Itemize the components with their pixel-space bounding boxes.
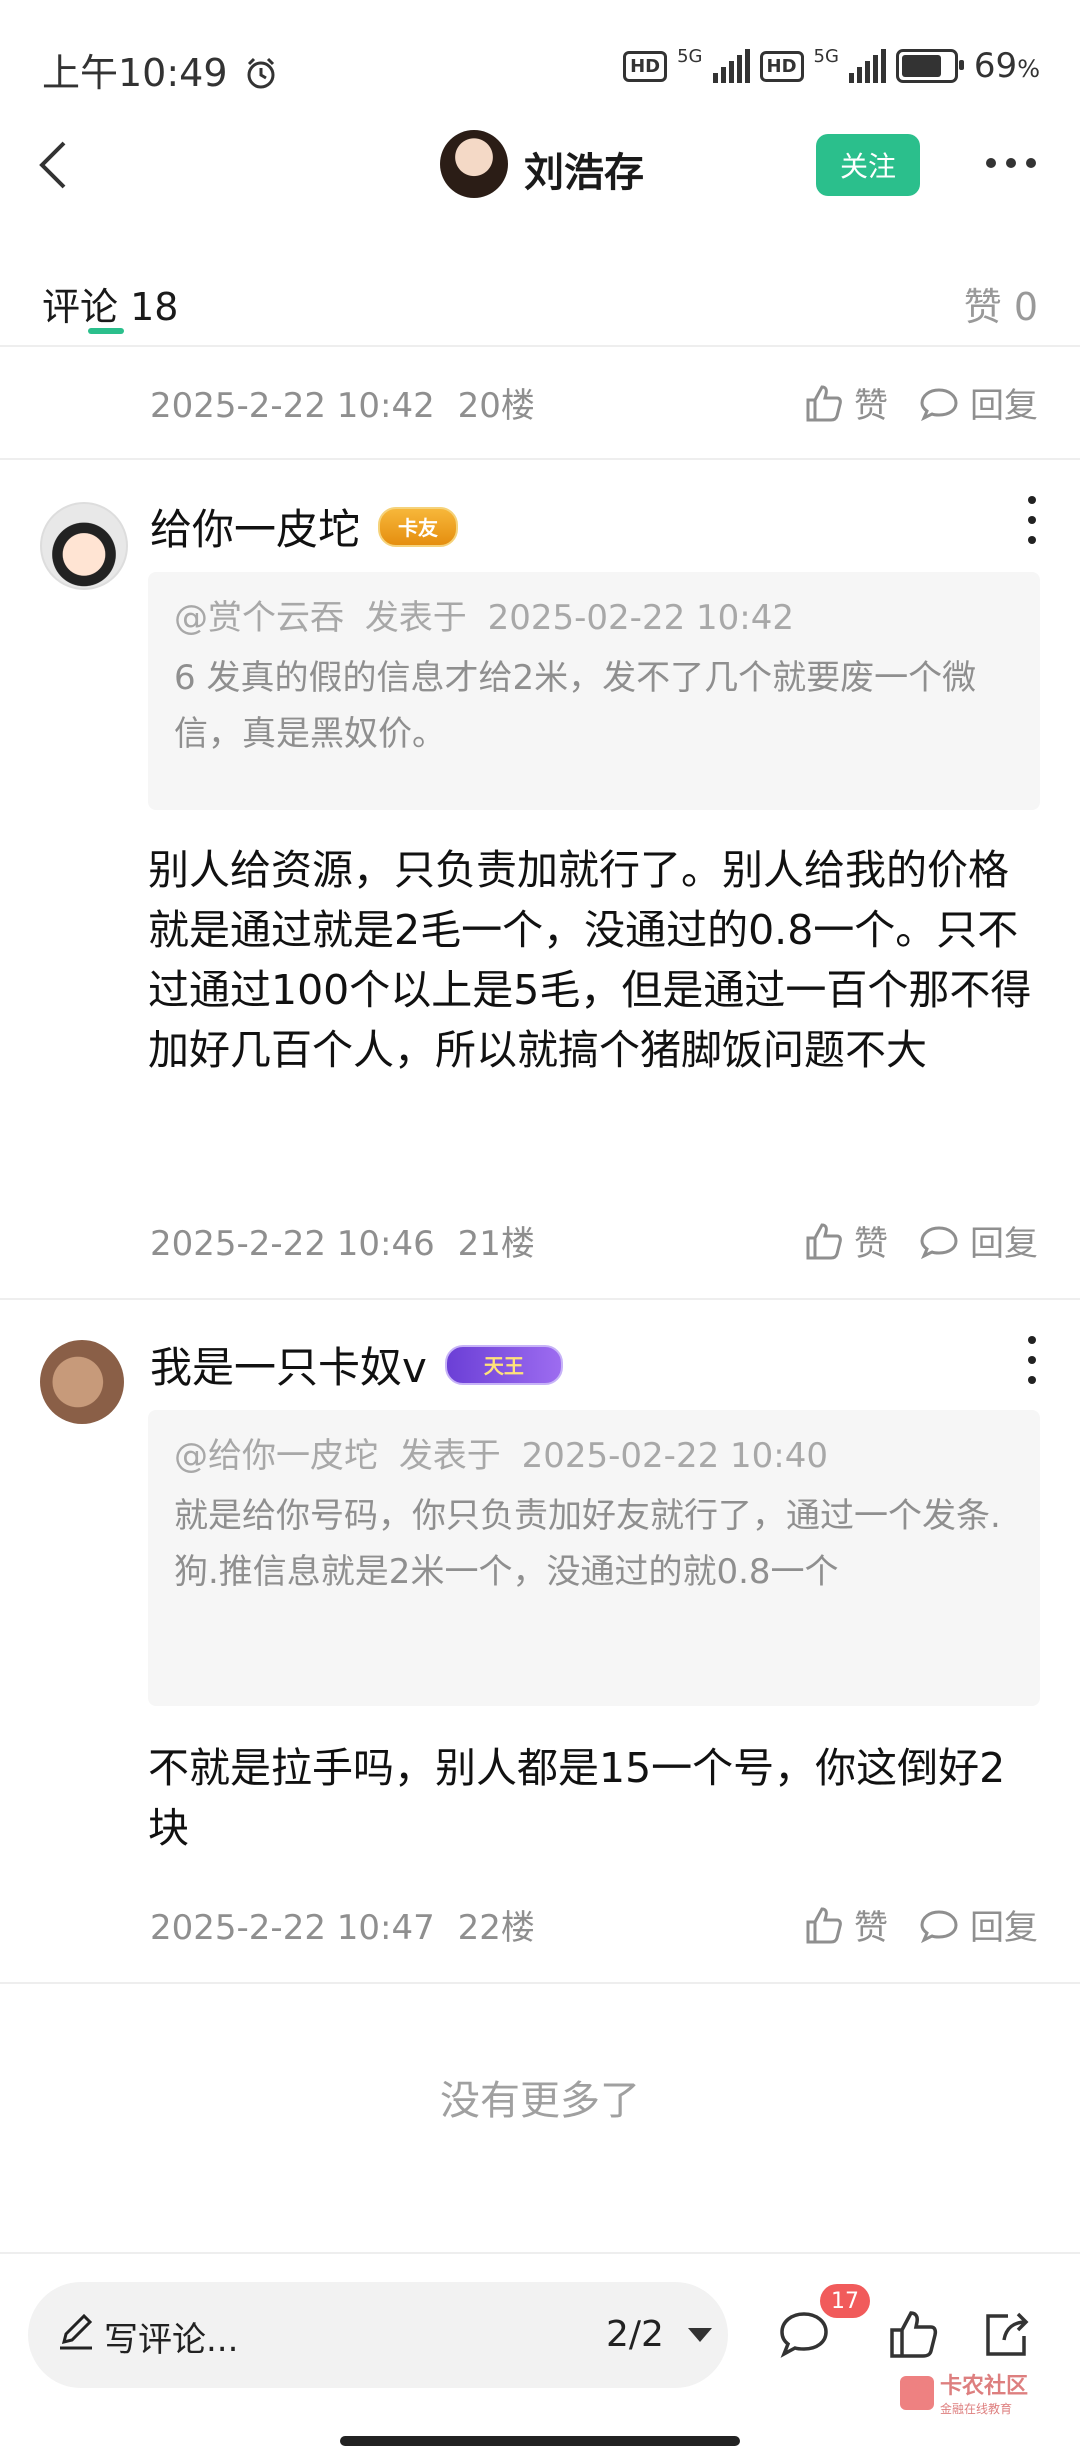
page-indicator[interactable]: 2/2 — [606, 2314, 664, 2355]
quote-time: 2025-02-22 10:42 — [487, 598, 795, 638]
status-time-text: 上午10:49 — [42, 51, 228, 95]
thumb-up-icon — [806, 384, 842, 421]
quote-author[interactable]: @给你一皮坨 — [174, 1436, 378, 1476]
tab-likes-label: 赞 — [963, 285, 1002, 329]
thumb-up-icon — [806, 1222, 842, 1259]
reply-label: 回复 — [970, 1224, 1038, 1264]
reply-bubble-icon — [920, 387, 958, 421]
status-bar: 上午10:49 HD 5G HD 5G 69% — [0, 0, 1080, 130]
battery-percent: 69% — [974, 46, 1040, 86]
quote-time: 2025-02-22 10:40 — [521, 1436, 829, 1476]
quote-author[interactable]: @赏个云吞 — [174, 598, 344, 638]
reply-button[interactable]: 回复 — [918, 1900, 1038, 1949]
tab-active-indicator — [88, 328, 124, 334]
like-label: 赞 — [854, 1224, 888, 1264]
comment-meta: 2025-2-22 10:46 21楼 — [150, 1216, 535, 1265]
hd-icon-2: HD — [759, 50, 804, 82]
like-label: 赞 — [854, 386, 888, 426]
divider — [0, 1298, 1080, 1300]
message-count-badge: 17 — [820, 2284, 870, 2318]
quote-header: @赏个云吞 发表于 2025-02-22 10:42 — [174, 594, 1014, 642]
comment-floor: 20楼 — [457, 386, 535, 426]
comment-floor: 22楼 — [457, 1908, 535, 1948]
comment-timestamp: 2025-2-22 10:47 — [150, 1908, 435, 1948]
reply-button[interactable]: 回复 — [918, 1216, 1038, 1265]
reply-bubble-icon — [920, 1909, 958, 1943]
comment-timestamp: 2025-2-22 10:46 — [150, 1224, 435, 1264]
like-button[interactable]: 赞 — [802, 378, 888, 427]
username[interactable]: 给你一皮坨 — [150, 496, 360, 557]
avatar[interactable] — [40, 502, 128, 590]
chevron-down-icon[interactable] — [688, 2328, 712, 2342]
comment-content: 不就是拉手吗，别人都是15一个号，你这倒好2块 — [148, 1744, 1006, 1852]
alarm-icon — [247, 57, 275, 89]
watermark-title: 卡农社区 — [940, 2374, 1029, 2399]
pen-icon — [60, 2313, 93, 2350]
like-label: 赞 — [854, 1908, 888, 1948]
battery-fill — [901, 55, 941, 77]
share-icon[interactable] — [978, 2306, 1034, 2362]
chat-icon[interactable] — [776, 2306, 832, 2362]
comment-floor: 21楼 — [457, 1224, 535, 1264]
battery-suffix: % — [1017, 55, 1040, 83]
tab-likes[interactable]: 赞 0 — [964, 276, 1038, 331]
watermark-text: 卡农社区 金融在线教育 — [940, 2368, 1028, 2417]
menu-dots-icon[interactable] — [1022, 496, 1042, 544]
comment-content: 别人给资源，只负责加就行了。别人给我的价格就是通过就是2毛一个，没通过的0.8一… — [148, 846, 1032, 1074]
comment-timestamp: 2025-2-22 10:42 — [150, 386, 435, 426]
network-label-2: 5G — [813, 46, 839, 67]
reply-button[interactable]: 回复 — [918, 378, 1038, 427]
hd-icon: HD — [623, 50, 668, 82]
quote-body: 就是给你号码，你只负责加好友就行了，通过一个发条.狗.推信息就是2米一个，没通过… — [174, 1496, 1001, 1592]
watermark-subtitle: 金融在线教育 — [940, 2402, 1013, 2416]
tab-likes-count: 0 — [1013, 285, 1038, 329]
status-time: 上午10:49 — [42, 42, 278, 97]
quote-header: @给你一皮坨 发表于 2025-02-22 10:40 — [174, 1432, 1014, 1480]
comment-meta: 2025-2-22 10:42 20楼 — [150, 378, 535, 427]
like-button[interactable]: 赞 — [802, 1900, 888, 1949]
battery-value: 69 — [973, 46, 1018, 86]
quote-posted-label: 发表于 — [364, 598, 467, 638]
like-button[interactable]: 赞 — [802, 1216, 888, 1265]
tab-comments[interactable]: 评论 18 — [42, 276, 178, 331]
comment-header: 给你一皮坨 卡友 — [150, 496, 459, 557]
no-more-text: 没有更多了 — [440, 2078, 640, 2124]
battery-icon — [895, 49, 964, 83]
back-arrow-icon[interactable] — [26, 135, 86, 195]
username[interactable]: 我是一只卡奴v — [150, 1334, 427, 1395]
avatar[interactable] — [440, 130, 508, 198]
comment-header: 我是一只卡奴v 天王 — [150, 1334, 563, 1395]
divider — [0, 458, 1080, 460]
network-label-1: 5G — [677, 46, 703, 67]
home-indicator[interactable] — [340, 2436, 740, 2446]
reply-label: 回复 — [970, 386, 1038, 426]
signal-icon — [712, 49, 750, 83]
thumb-up-icon[interactable] — [884, 2306, 940, 2362]
user-badge: 天王 — [444, 1344, 563, 1385]
quoted-comment: @赏个云吞 发表于 2025-02-22 10:42 6 发真的假的信息才给2米… — [148, 572, 1040, 810]
more-icon[interactable] — [986, 148, 1040, 178]
user-badge: 卡友 — [378, 506, 459, 547]
follow-button[interactable]: 关注 — [816, 134, 920, 196]
watermark-icon — [900, 2375, 934, 2410]
tab-comments-count: 18 — [130, 285, 179, 329]
divider — [0, 1982, 1080, 1984]
comment-meta: 2025-2-22 10:47 22楼 — [150, 1900, 535, 1949]
status-indicators: HD 5G HD 5G 69% — [623, 46, 1040, 86]
reply-label: 回复 — [970, 1908, 1038, 1948]
signal-icon-2 — [848, 49, 886, 83]
page-title[interactable]: 刘浩存 — [524, 140, 644, 198]
quote-body: 6 发真的假的信息才给2米，发不了几个就要废一个微信，真是黑奴价。 — [174, 658, 977, 754]
tab-comments-label: 评论 — [42, 285, 119, 329]
avatar[interactable] — [40, 1340, 124, 1424]
thumb-up-icon — [806, 1906, 842, 1943]
quoted-comment: @给你一皮坨 发表于 2025-02-22 10:40 就是给你号码，你只负责加… — [148, 1410, 1040, 1706]
reply-bubble-icon — [920, 1225, 958, 1259]
comment-placeholder[interactable]: 写评论... — [104, 2312, 238, 2361]
quote-posted-label: 发表于 — [398, 1436, 501, 1476]
watermark-logo: 卡农社区 金融在线教育 — [900, 2368, 1028, 2417]
menu-dots-icon[interactable] — [1022, 1336, 1042, 1384]
